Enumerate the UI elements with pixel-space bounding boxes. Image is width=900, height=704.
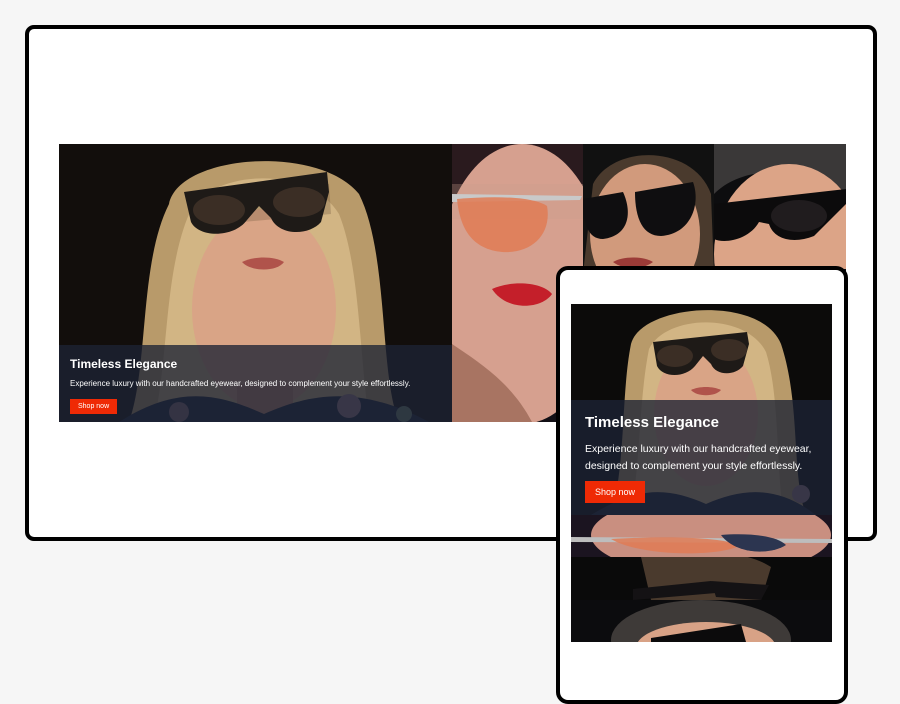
mobile-device-frame: Timeless Elegance Experience luxury with…: [556, 266, 848, 704]
woman-black-sunglasses-photo: [571, 600, 832, 642]
woman-aviator-sunglasses-photo: [571, 515, 832, 557]
hero-caption: Timeless Elegance Experience luxury with…: [59, 345, 452, 422]
mobile-shop-now-button[interactable]: Shop now: [585, 481, 646, 503]
mobile-tile-cateye: [571, 557, 832, 600]
woman-cateye-sunglasses-photo: [571, 557, 832, 600]
hero-title: Timeless Elegance: [70, 357, 178, 371]
hero-description: Experience luxury with our handcrafted e…: [70, 379, 411, 388]
mobile-tile-black-sunglasses: [571, 600, 832, 642]
shop-now-button[interactable]: Shop now: [70, 399, 118, 414]
mobile-hero-main-tile: Timeless Elegance Experience luxury with…: [571, 304, 832, 515]
hero-main-tile: Timeless Elegance Experience luxury with…: [59, 144, 452, 422]
mobile-hero-caption: Timeless Elegance Experience luxury with…: [571, 400, 832, 515]
mobile-hero-title: Timeless Elegance: [585, 414, 719, 431]
mobile-tile-aviator: [571, 515, 832, 557]
mobile-hero-gallery: Timeless Elegance Experience luxury with…: [571, 304, 832, 642]
mobile-hero-description: Experience luxury with our handcrafted e…: [585, 443, 812, 472]
